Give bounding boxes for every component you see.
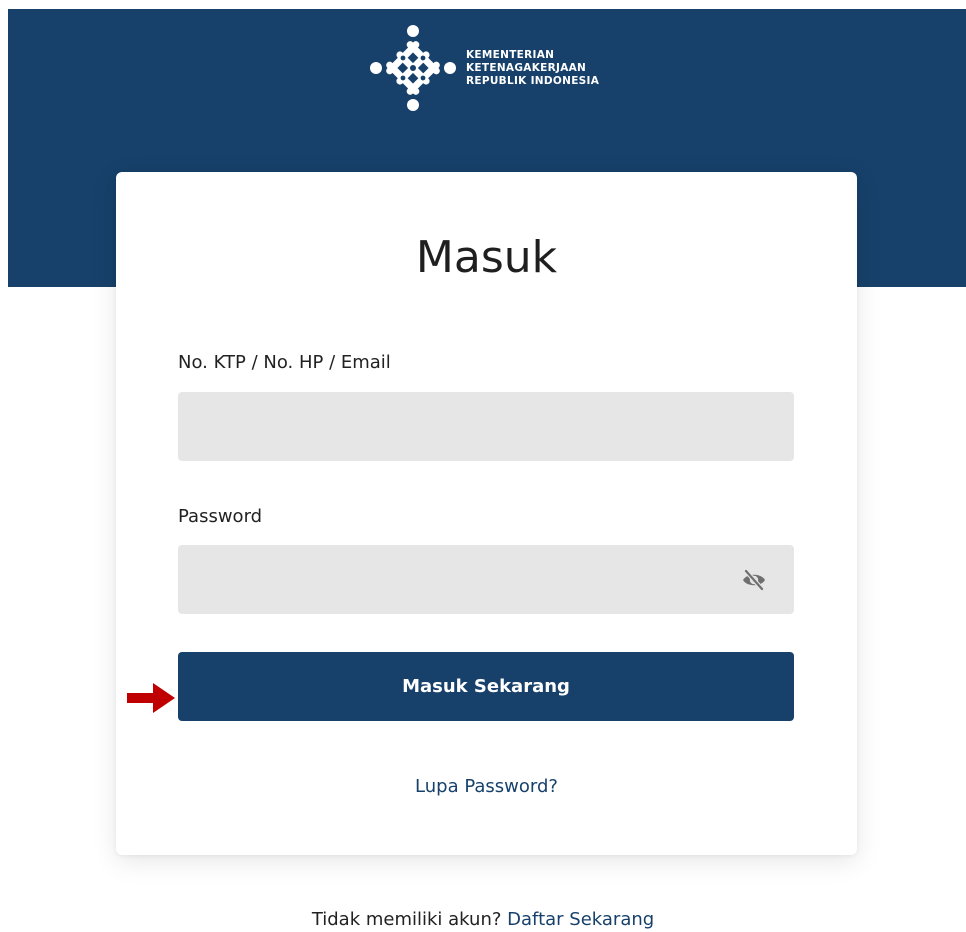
ministry-name: KEMENTERIAN KETENAGAKERJAAN REPUBLIK IND… <box>466 49 599 88</box>
eye-slash-icon <box>743 569 765 591</box>
signup-link[interactable]: Daftar Sekarang <box>507 909 654 930</box>
signup-prompt-row: Tidak memiliki akun? Daftar Sekarang <box>0 909 966 930</box>
red-arrow-right-icon <box>127 683 175 713</box>
username-label: No. KTP / No. HP / Email <box>178 352 391 373</box>
ministry-name-line-3: REPUBLIK INDONESIA <box>466 74 600 87</box>
login-submit-button[interactable]: Masuk Sekarang <box>178 652 794 721</box>
password-input[interactable] <box>178 545 794 614</box>
ministry-name-line-1: KEMENTERIAN <box>466 48 555 61</box>
login-card: Masuk No. KTP / No. HP / Email Password … <box>116 172 857 855</box>
signup-prompt-text: Tidak memiliki akun? <box>311 909 502 930</box>
login-page: KEMENTERIAN KETENAGAKERJAAN REPUBLIK IND… <box>0 0 966 932</box>
ministry-name-line-2: KETENAGAKERJAAN <box>466 61 587 74</box>
username-input[interactable] <box>178 392 794 461</box>
password-visibility-toggle[interactable] <box>740 566 768 594</box>
forgot-password-row: Lupa Password? <box>116 776 857 797</box>
ministry-emblem-icon <box>370 25 456 111</box>
page-title: Masuk <box>415 232 558 283</box>
password-label: Password <box>178 506 263 527</box>
forgot-password-link[interactable]: Lupa Password? <box>415 776 558 797</box>
ministry-logo: KEMENTERIAN KETENAGAKERJAAN REPUBLIK IND… <box>370 25 599 111</box>
